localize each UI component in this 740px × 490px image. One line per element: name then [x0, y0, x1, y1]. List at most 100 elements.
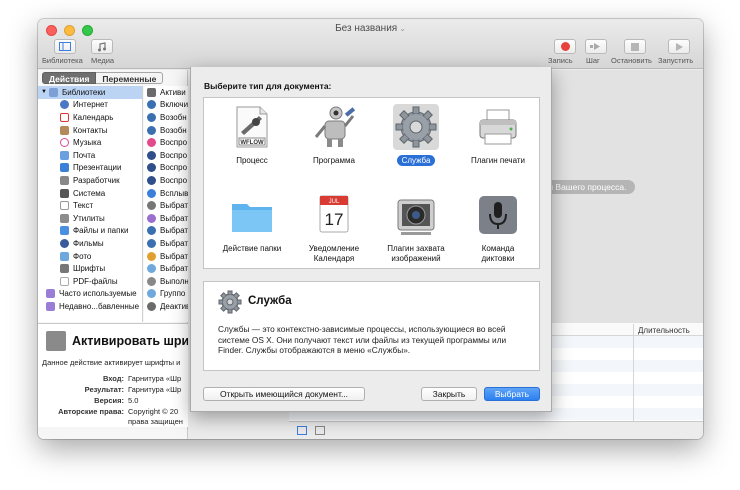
tab-variables[interactable]: Переменные: [96, 72, 164, 84]
library-item-system[interactable]: Система: [38, 187, 142, 200]
robot-application-icon: [311, 104, 357, 150]
library-item-calendar[interactable]: Календарь: [38, 111, 142, 124]
calendar-alarm-icon: JUL 17: [311, 192, 357, 238]
action-icon: [147, 112, 156, 122]
action-description-pane: Активировать шриф Данное действие активи…: [38, 323, 188, 427]
wflow-badge: WFLOW: [240, 140, 264, 146]
library-item-recent[interactable]: Недавно...бавленные: [38, 300, 142, 313]
open-existing-button[interactable]: Открыть имеющийся документ...: [203, 387, 365, 401]
music-icon: [60, 138, 69, 148]
action-item[interactable]: Воспро: [144, 162, 188, 175]
record-button[interactable]: [554, 39, 576, 54]
window-title[interactable]: Без названия ⌄: [38, 23, 703, 34]
doc-type-label-line1: Уведомление: [308, 244, 360, 253]
record-label: Запись: [548, 56, 573, 65]
disclosure-triangle-icon[interactable]: ▼: [41, 89, 47, 95]
library-item-photos[interactable]: Фото: [38, 250, 142, 263]
action-item[interactable]: Активи: [144, 86, 188, 99]
font-book-icon: [46, 331, 66, 351]
log-view-icon[interactable]: [315, 426, 325, 435]
library-item-utilities[interactable]: Утилиты: [38, 212, 142, 225]
library-item-fonts[interactable]: Шрифты: [38, 262, 142, 275]
doc-type-dictation[interactable]: Команда диктовки: [456, 192, 540, 264]
doc-type-image-capture[interactable]: Плагин захвата изображений: [374, 192, 458, 264]
action-item[interactable]: Воспро: [144, 136, 188, 149]
tab-actions[interactable]: Действия: [42, 72, 97, 84]
library-toggle-button[interactable]: [54, 39, 76, 54]
action-item[interactable]: Возобн: [144, 111, 188, 124]
library-item-mail[interactable]: Почта: [38, 149, 142, 162]
doc-type-service[interactable]: Служба: [374, 104, 458, 166]
action-icon: [147, 188, 156, 198]
library-item-music[interactable]: Музыка: [38, 136, 142, 149]
pdf-icon: [60, 276, 69, 286]
action-icon: [147, 226, 156, 236]
action-icon: [147, 175, 156, 185]
action-label: Выполн: [160, 276, 188, 286]
copyright-key: Авторские права:: [58, 407, 124, 416]
action-item[interactable]: Выбрат: [144, 262, 188, 275]
library-item-contacts[interactable]: Контакты: [38, 124, 142, 137]
library-item-frequent[interactable]: Часто используемые: [38, 288, 142, 301]
action-item[interactable]: Выбрат: [144, 250, 188, 263]
action-icon: [147, 125, 156, 135]
action-item[interactable]: Выбрат: [144, 225, 188, 238]
doc-type-application[interactable]: Программа: [292, 104, 376, 166]
library-item-pdf[interactable]: PDF-файлы: [38, 275, 142, 288]
close-button[interactable]: Закрыть: [421, 387, 477, 401]
action-item[interactable]: Возобн: [144, 124, 188, 137]
library-item-files[interactable]: Файлы и папки: [38, 225, 142, 238]
doc-type-calendar-alarm[interactable]: JUL 17 Уведомление Календаря: [292, 192, 376, 264]
system-icon: [60, 188, 69, 198]
library-item-label: Почта: [73, 150, 96, 160]
action-label: Воспро: [160, 163, 188, 173]
workflow-hint-text: ния Вашего процесса.: [539, 182, 627, 192]
choose-button[interactable]: Выбрать: [484, 387, 540, 401]
action-label: Деактив: [160, 301, 188, 311]
type-info-title: Служба: [248, 295, 292, 307]
library-item-label: Фильмы: [73, 238, 104, 248]
action-item[interactable]: Выбрат: [144, 212, 188, 225]
action-item[interactable]: Выбрат: [144, 237, 188, 250]
step-button[interactable]: [585, 39, 607, 54]
action-icon: [147, 163, 156, 173]
doc-type-workflow[interactable]: WFLOW Процесс: [210, 104, 294, 166]
stop-icon: [631, 42, 639, 51]
description-title: Активировать шриф: [72, 334, 188, 348]
library-item-text[interactable]: Текст: [38, 199, 142, 212]
library-item-movies[interactable]: Фильмы: [38, 237, 142, 250]
doc-type-folder-action[interactable]: Действие папки: [210, 192, 294, 254]
document-type-dialog: Выберите тип для документа: WFLOW Процес…: [190, 67, 552, 412]
action-item[interactable]: Воспро: [144, 174, 188, 187]
library-item-label: Файлы и папки: [73, 226, 129, 236]
media-button[interactable]: [91, 39, 113, 54]
doc-type-label-line1: Плагин захвата: [387, 244, 445, 253]
library-item-developer[interactable]: Разработчик: [38, 174, 142, 187]
library-item-label: Презентации: [73, 163, 122, 173]
action-item[interactable]: Включи: [144, 99, 188, 112]
library-item-internet[interactable]: Интернет: [38, 99, 142, 112]
stop-button[interactable]: [624, 39, 646, 54]
smart-folder-icon: [46, 301, 55, 311]
list-view-icon[interactable]: [297, 426, 307, 435]
action-item[interactable]: Деактив: [144, 300, 188, 313]
library-item-label: Утилиты: [73, 213, 105, 223]
action-item[interactable]: Выбрат: [144, 199, 188, 212]
library-item-label: Часто используемые: [59, 289, 137, 299]
action-item[interactable]: Всплыв: [144, 187, 188, 200]
action-icon: [147, 138, 156, 148]
library-item-presentations[interactable]: Презентации: [38, 162, 142, 175]
library-root[interactable]: ▼ Библиотеки: [38, 86, 142, 99]
action-item[interactable]: Группо: [144, 288, 188, 301]
smart-folder-icon: [46, 289, 55, 299]
action-label: Воспро: [160, 175, 188, 185]
action-item[interactable]: Выполн: [144, 275, 188, 288]
run-button[interactable]: [668, 39, 690, 54]
doc-type-label-line2: изображений: [391, 254, 441, 263]
library-item-label: Система: [73, 188, 106, 198]
doc-type-print-plugin[interactable]: Плагин печати: [456, 104, 540, 166]
action-label: Возобн: [160, 112, 187, 122]
action-label: Выбрат: [160, 251, 188, 261]
action-item[interactable]: Воспро: [144, 149, 188, 162]
sidebar-icon: [59, 42, 71, 51]
